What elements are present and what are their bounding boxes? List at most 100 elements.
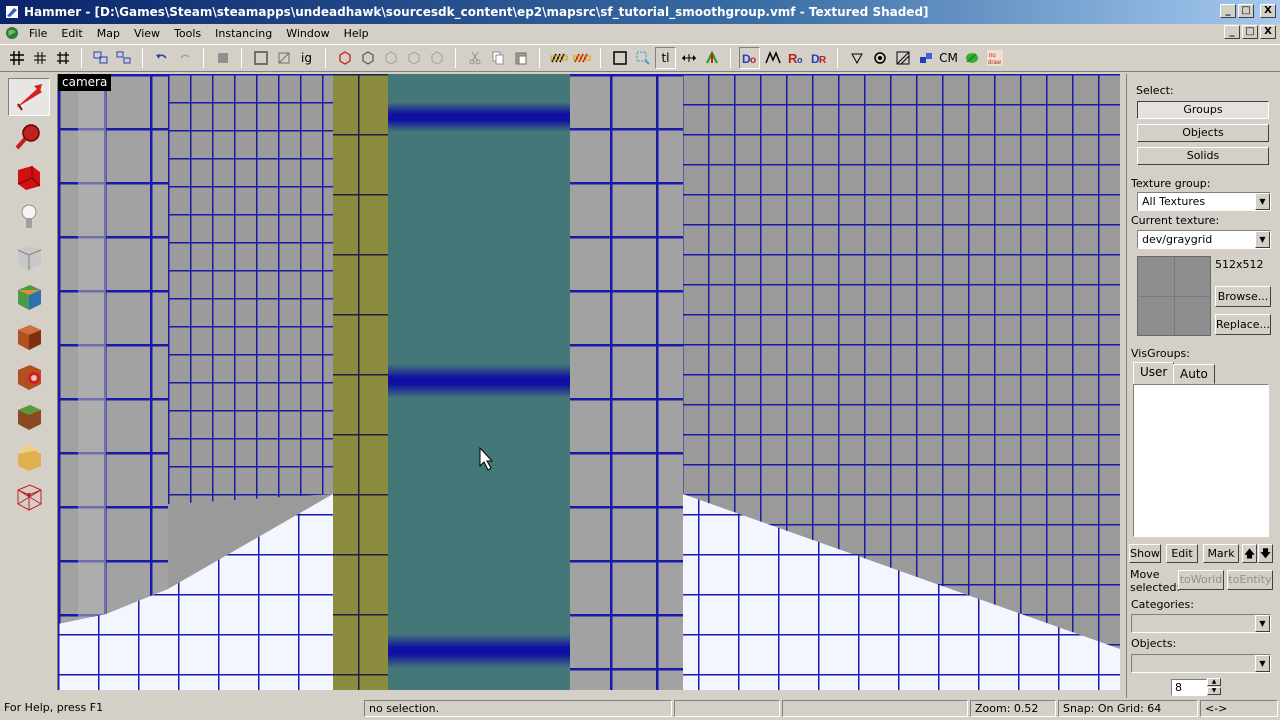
tab-user[interactable]: User — [1133, 362, 1175, 384]
undo-icon[interactable] — [151, 47, 172, 69]
box-select-icon[interactable] — [609, 47, 630, 69]
overlay-icon[interactable] — [846, 47, 867, 69]
display-r-icon[interactable]: Ro — [785, 47, 806, 69]
dropdown-arrow-icon[interactable]: ▼ — [1255, 231, 1270, 248]
menu-map[interactable]: Map — [90, 27, 127, 40]
select-groups-button[interactable]: Groups — [1137, 101, 1269, 119]
globe-icon[interactable] — [4, 25, 20, 41]
teal-band-bottom — [388, 634, 570, 668]
entity-tool[interactable] — [8, 198, 50, 236]
texture-group-value: All Textures — [1142, 195, 1206, 208]
menu-help[interactable]: Help — [337, 27, 376, 40]
apply-texture-tool[interactable] — [8, 318, 50, 356]
grid-larger-icon[interactable] — [52, 47, 73, 69]
move-down-button[interactable]: 🡇 — [1258, 544, 1273, 563]
objects-select[interactable]: ▼ — [1131, 654, 1271, 673]
magnify-icon[interactable] — [632, 47, 653, 69]
tab-auto[interactable]: Auto — [1173, 364, 1215, 384]
select-objects-button[interactable]: Objects — [1137, 124, 1269, 142]
ig-icon[interactable]: ig — [296, 47, 317, 69]
texture-group-select[interactable]: All Textures ▼ — [1137, 192, 1271, 211]
cm-icon[interactable]: CM — [938, 47, 959, 69]
leaf-icon[interactable] — [961, 47, 982, 69]
hatch-red-icon[interactable] — [571, 47, 592, 69]
current-texture-select[interactable]: dev/graygrid ▼ — [1137, 230, 1271, 249]
move-up-button[interactable]: 🡅 — [1242, 544, 1257, 563]
solid-gray3-icon[interactable] — [426, 47, 447, 69]
menu-edit[interactable]: Edit — [54, 27, 89, 40]
overlay-cube-icon — [18, 405, 41, 430]
light-bulb-icon — [21, 204, 37, 228]
menu-instancing[interactable]: Instancing — [208, 27, 279, 40]
browse-button[interactable]: Browse... — [1215, 286, 1271, 307]
texture-preview[interactable] — [1137, 256, 1211, 336]
vertex-icon[interactable] — [701, 47, 722, 69]
texture-size: 512x512 — [1215, 258, 1264, 271]
minimize-button[interactable]: _ — [1220, 4, 1236, 18]
cubes-icon[interactable] — [915, 47, 936, 69]
clip-icon[interactable] — [273, 47, 294, 69]
menu-tools[interactable]: Tools — [167, 27, 208, 40]
close-button[interactable]: X — [1260, 4, 1276, 18]
show-button[interactable]: Show — [1129, 544, 1161, 563]
solid-gray1-icon[interactable] — [380, 47, 401, 69]
doc-minimize-button[interactable]: _ — [1224, 25, 1240, 39]
edit-button[interactable]: Edit — [1166, 544, 1198, 563]
redo-icon[interactable] — [174, 47, 195, 69]
hollow-icon[interactable] — [250, 47, 271, 69]
menu-view[interactable]: View — [127, 27, 167, 40]
nodraw-icon[interactable]: no draw — [984, 47, 1005, 69]
hatch-icon[interactable] — [548, 47, 569, 69]
move-icon[interactable] — [678, 47, 699, 69]
dropdown-arrow-icon[interactable]: ▼ — [1255, 615, 1270, 632]
helpers-icon[interactable] — [869, 47, 890, 69]
display-dr-icon[interactable]: DR — [808, 47, 829, 69]
status-selection: no selection. — [364, 700, 672, 717]
carve-icon[interactable] — [212, 47, 233, 69]
ungroup-icon[interactable] — [113, 47, 134, 69]
display-d-icon[interactable]: Do — [739, 47, 760, 69]
display-m-icon[interactable] — [762, 47, 783, 69]
cut-icon[interactable] — [464, 47, 485, 69]
to-entity-button[interactable]: toEntity — [1227, 570, 1273, 590]
visgroups-list[interactable] — [1133, 384, 1269, 537]
doc-restore-button[interactable]: □ — [1242, 25, 1258, 39]
magnify-tool[interactable] — [8, 118, 50, 156]
spin-up-icon[interactable]: ▲ — [1207, 678, 1221, 686]
current-texture-label: Current texture: — [1131, 214, 1220, 227]
solid-hidden-icon[interactable] — [357, 47, 378, 69]
solid-gray2-icon[interactable] — [403, 47, 424, 69]
grid-toggle-icon[interactable] — [6, 47, 27, 69]
grid-smaller-icon[interactable] — [29, 47, 50, 69]
vertex-manip-icon — [17, 484, 42, 511]
to-world-button[interactable]: toWorld — [1178, 570, 1224, 590]
clipping-tool[interactable] — [8, 438, 50, 476]
dropdown-arrow-icon[interactable]: ▼ — [1255, 655, 1270, 672]
texture-tool[interactable] — [8, 278, 50, 316]
categories-select[interactable]: ▼ — [1131, 614, 1271, 633]
texlock-icon[interactable]: tl — [655, 47, 676, 69]
models-icon[interactable] — [892, 47, 913, 69]
spin-down-icon[interactable]: ▼ — [1207, 687, 1221, 695]
select-solids-button[interactable]: Solids — [1137, 147, 1269, 165]
copy-icon[interactable] — [487, 47, 508, 69]
selection-arrow-icon — [16, 84, 42, 111]
mark-button[interactable]: Mark — [1203, 544, 1239, 563]
group-icon[interactable] — [90, 47, 111, 69]
menu-file[interactable]: File — [22, 27, 54, 40]
menu-window[interactable]: Window — [279, 27, 336, 40]
paste-icon[interactable] — [510, 47, 531, 69]
camera-viewport[interactable] — [58, 74, 1120, 690]
maximize-button[interactable]: □ — [1238, 4, 1254, 18]
block-tool[interactable] — [8, 238, 50, 276]
replace-button[interactable]: Replace... — [1215, 314, 1271, 335]
selection-tool[interactable] — [8, 78, 50, 116]
count-spinner-input[interactable]: 8 — [1171, 679, 1207, 696]
camera-tool[interactable] — [8, 158, 50, 196]
dropdown-arrow-icon[interactable]: ▼ — [1255, 193, 1270, 210]
solid-outline-icon[interactable] — [334, 47, 355, 69]
vertex-tool[interactable] — [8, 478, 50, 516]
overlay-tool[interactable] — [8, 398, 50, 436]
decal-tool[interactable] — [8, 358, 50, 396]
doc-close-button[interactable]: X — [1260, 25, 1276, 39]
